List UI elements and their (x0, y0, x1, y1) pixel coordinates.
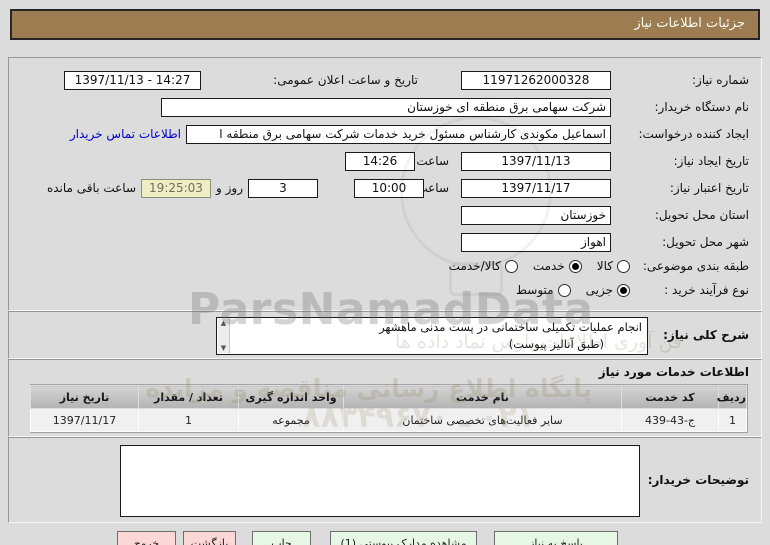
description-line-1: انجام عملیات تکمیلی ساختمانی در پست مدنی… (379, 320, 642, 334)
days-label: روز و (216, 181, 243, 195)
radio-jozii[interactable]: جزیی (586, 283, 630, 297)
print-button[interactable]: چاپ (252, 531, 311, 545)
remaining-days-field[interactable]: 3 (248, 179, 318, 198)
province-field[interactable]: خوزستان (461, 206, 611, 225)
announce-datetime-field[interactable]: 1397/11/13 - 14:27 (64, 71, 201, 90)
valid-date-field[interactable]: 1397/11/17 (461, 179, 611, 198)
radio-motevasset-label: متوسط (515, 283, 554, 297)
table-header-row: ردیف کد خدمت نام خدمت واحد اندازه گیری ت… (30, 385, 747, 409)
radio-kala[interactable]: کالا (597, 259, 630, 273)
cell-need-date: 1397/11/17 (30, 408, 139, 432)
radio-kala-khedmat-label: کالا/خدمت (448, 259, 501, 273)
remaining-label: ساعت باقی مانده (46, 181, 136, 195)
col-need-date: تاریخ نیاز (30, 385, 139, 409)
category-label: طبقه بندی موضوعی: (642, 259, 749, 273)
buyer-contact-link[interactable]: اطلاعات تماس خریدار (70, 125, 181, 144)
exit-button[interactable]: خروج (117, 531, 176, 545)
buyer-org-label: نام دستگاه خریدار: (654, 100, 750, 114)
valid-date-label: تاریخ اعتبار نیاز: (669, 181, 749, 195)
buyer-org-field[interactable]: شرکت سهامی برق منطقه ای خوزستان (161, 98, 611, 117)
city-label: شهر محل تحویل: (662, 235, 749, 249)
request-creator-field[interactable]: اسماعیل مکوندی کارشناس مسئول خرید خدمات … (186, 125, 611, 144)
col-row-number: ردیف (717, 385, 747, 409)
page-title: جزئیات اطلاعات نیاز (10, 9, 760, 40)
scroll-up-icon[interactable]: ▲ (221, 319, 226, 327)
radio-circle-icon[interactable] (557, 283, 571, 297)
cell-service-name: سایر فعالیت‌های تخصصی ساختمان (343, 408, 622, 432)
remaining-time-field: 19:25:03 (141, 179, 211, 198)
cell-row-number: 1 (718, 408, 747, 432)
radio-jozii-label: جزیی (585, 283, 613, 297)
view-attachments-button[interactable]: مشاهده مدارک پیوستی (1) (330, 531, 477, 545)
cell-service-code: ج-43-439 (621, 408, 719, 432)
reply-to-need-button[interactable]: پاسخ به نیاز (494, 531, 618, 545)
radio-circle-icon[interactable] (504, 259, 518, 273)
col-service-name: نام خدمت (343, 385, 622, 409)
description-textarea[interactable]: انجام عملیات تکمیلی ساختمانی در پست مدنی… (216, 317, 648, 355)
cell-quantity: 1 (138, 408, 239, 432)
cell-unit: مجموعه (238, 408, 344, 432)
radio-khedmat-label: خدمت (532, 259, 565, 273)
process-type-label: نوع فرآیند خرید : (664, 283, 749, 297)
need-number-label: شماره نیاز: (692, 73, 749, 87)
form-panel: شماره نیاز: 11971262000328 تاریخ و ساعت … (8, 57, 762, 311)
buyer-notes-textarea[interactable] (120, 445, 640, 517)
col-quantity: تعداد / مقدار (138, 385, 239, 409)
city-field[interactable]: اهواز (461, 233, 611, 252)
col-unit: واحد اندازه گیری (238, 385, 344, 409)
need-number-field[interactable]: 11971262000328 (461, 71, 611, 90)
request-creator-label: ایجاد کننده درخواست: (638, 127, 749, 141)
create-date-label: تاریخ ایجاد نیاز: (673, 154, 749, 168)
radio-motevasset[interactable]: متوسط (516, 283, 571, 297)
description-line-2: (طبق آنالیز پیوست) (508, 337, 604, 351)
radio-circle-icon[interactable] (568, 259, 582, 273)
create-hour-label: ساعت (416, 154, 449, 168)
description-label: شرح کلی نیاز: (663, 328, 749, 342)
buyer-notes-label: توضیحات خریدار: (647, 473, 749, 487)
radio-circle-icon[interactable] (617, 283, 630, 297)
radio-khedmat[interactable]: خدمت (533, 259, 582, 273)
need-details-page: { "title": "جزئیات اطلاعات نیاز", "form"… (0, 0, 770, 545)
scrollbar[interactable]: ▲ ▼ (218, 319, 230, 353)
col-service-code: کد خدمت (621, 385, 719, 409)
valid-time-field[interactable]: 10:00 (354, 179, 424, 198)
category-radio-group: کالا خدمت کالا/خدمت (449, 258, 630, 274)
process-radio-group: جزیی متوسط (516, 282, 630, 298)
create-date-field[interactable]: 1397/11/13 (461, 152, 611, 171)
services-table: ردیف کد خدمت نام خدمت واحد اندازه گیری ت… (30, 384, 748, 433)
scroll-down-icon[interactable]: ▼ (218, 344, 229, 353)
create-time-field[interactable]: 14:26 (345, 152, 415, 171)
announce-datetime-label: تاریخ و ساعت اعلان عمومی: (273, 73, 418, 87)
radio-kala-label: کالا (596, 259, 613, 273)
back-button[interactable]: بازگشت (183, 531, 236, 545)
radio-circle-icon[interactable] (617, 259, 630, 273)
services-section-title: اطلاعات خدمات مورد نیاز (598, 365, 749, 379)
radio-kala-khedmat[interactable]: کالا/خدمت (449, 259, 518, 273)
province-label: استان محل تحویل: (654, 208, 749, 222)
table-row: 1 ج-43-439 سایر فعالیت‌های تخصصی ساختمان… (30, 408, 747, 432)
